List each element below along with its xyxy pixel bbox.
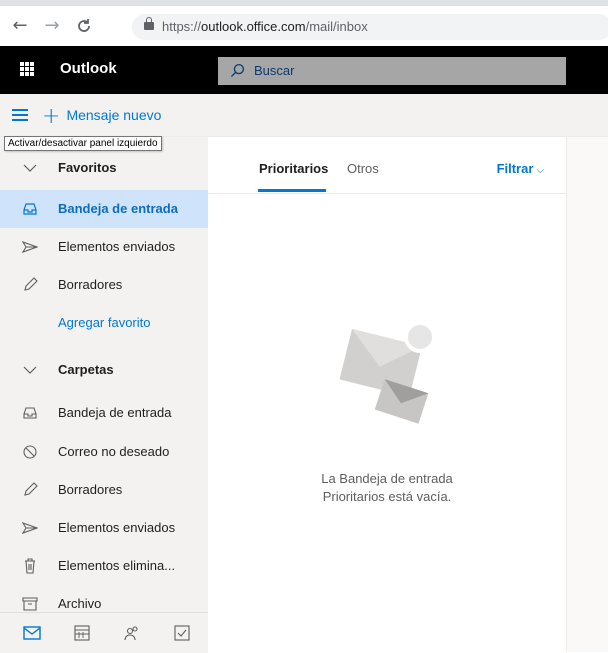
sidebar-item-label: Bandeja de entrada — [58, 405, 172, 420]
favorites-label: Favoritos — [58, 160, 117, 175]
empty-inbox-illustration — [339, 321, 436, 424]
sidebar-item-label: Elementos enviados — [58, 520, 176, 535]
sidebar-item-label: Elementos enviados — [58, 239, 176, 254]
sidebar-item-label: Borradores — [58, 277, 123, 292]
active-tab-indicator — [258, 189, 326, 192]
app-header: Outlook Buscar — [0, 46, 608, 94]
reload-icon — [78, 19, 90, 32]
archive-icon — [22, 597, 38, 611]
empty-message-line1: La Bandeja de entrada — [321, 471, 453, 486]
blocked-icon — [23, 445, 37, 459]
url-path: /mail/inbox — [305, 19, 368, 34]
sidebar-item-junk[interactable]: Correo no deseado — [0, 433, 208, 471]
sidebar-item-drafts[interactable]: Borradores — [0, 471, 208, 509]
sidebar-item-favorite-inbox[interactable]: Bandeja de entrada — [0, 190, 208, 228]
sidebar-item-favorite-drafts[interactable]: Borradores — [0, 266, 208, 304]
pencil-icon — [24, 482, 38, 496]
address-bar[interactable]: https://outlook.office.com/mail/inbox — [132, 14, 608, 40]
tab-other[interactable]: Otros — [347, 161, 379, 176]
toggle-left-pane-button[interactable] — [12, 106, 30, 124]
trash-icon — [25, 558, 35, 574]
send-icon — [22, 522, 38, 534]
add-favorite-label: Agregar favorito — [58, 315, 151, 330]
message-list: Prioritarios Otros Filtrar ⌵ La Bandeja d… — [208, 137, 566, 652]
add-favorite-link[interactable]: Agregar favorito — [0, 304, 208, 342]
inbox-icon — [23, 407, 37, 419]
sidebar-item-favorite-sent[interactable]: Elementos enviados — [0, 228, 208, 266]
search-placeholder: Buscar — [254, 63, 295, 78]
module-switcher — [0, 612, 208, 653]
empty-message-line2: Prioritarios está vacía. — [322, 489, 452, 504]
folder-pane: Favoritos Bandeja de entrada Elementos e… — [0, 137, 208, 652]
sidebar-item-inbox[interactable]: Bandeja de entrada — [0, 394, 208, 432]
filter-button[interactable]: Filtrar ⌵ — [497, 161, 544, 176]
folders-label: Carpetas — [58, 362, 114, 377]
url-prefix: https:// — [162, 19, 202, 34]
url-host: outlook.office.com — [201, 19, 306, 34]
back-button[interactable]: ← — [8, 14, 32, 38]
reload-button[interactable] — [72, 14, 96, 38]
calendar-icon[interactable] — [72, 623, 92, 643]
app-title[interactable]: Outlook — [60, 60, 117, 77]
sidebar-item-deleted[interactable]: Elementos elimina... — [0, 547, 208, 585]
sidebar-item-sent[interactable]: Elementos enviados — [0, 509, 208, 547]
people-icon[interactable] — [122, 623, 142, 643]
sidebar-item-label: Correo no deseado — [58, 444, 170, 459]
forward-button[interactable]: → — [40, 14, 64, 38]
sidebar-item-label: Elementos elimina... — [58, 558, 176, 573]
tasks-icon[interactable] — [172, 623, 192, 643]
inbox-icon — [23, 203, 37, 215]
new-message-button[interactable]: + Mensaje nuevo — [42, 104, 161, 128]
pencil-icon — [24, 277, 38, 291]
folders-header[interactable]: Carpetas — [0, 351, 208, 389]
search-input[interactable]: Buscar — [218, 57, 566, 85]
sidebar-item-label: Archivo — [58, 596, 102, 611]
chevron-down-icon: ⌵ — [536, 165, 544, 176]
browser-toolbar: ← → https://outlook.office.com/mail/inbo… — [0, 0, 608, 46]
app-launcher-icon[interactable] — [20, 62, 34, 76]
filter-label: Filtrar — [496, 161, 534, 176]
mail-icon[interactable] — [22, 623, 42, 643]
plus-icon: + — [42, 104, 61, 129]
command-bar: + Mensaje nuevo — [0, 94, 608, 137]
favorites-header[interactable]: Favoritos — [0, 149, 208, 187]
chevron-down-icon — [23, 366, 37, 374]
chevron-down-icon — [23, 164, 37, 172]
reading-pane — [566, 137, 608, 652]
sidebar-item-label: Bandeja de entrada — [58, 201, 178, 216]
tab-focused[interactable]: Prioritarios — [259, 161, 328, 176]
tooltip: Activar/desactivar panel izquierdo — [4, 136, 162, 151]
lock-icon — [144, 17, 154, 30]
empty-inbox-message: La Bandeja de entrada Prioritarios está … — [208, 470, 566, 506]
sidebar-item-label: Borradores — [58, 482, 123, 497]
search-icon — [230, 63, 245, 78]
new-message-label: Mensaje nuevo — [66, 107, 162, 123]
inbox-tabs: Prioritarios Otros Filtrar ⌵ — [208, 137, 566, 194]
send-icon — [22, 241, 38, 253]
